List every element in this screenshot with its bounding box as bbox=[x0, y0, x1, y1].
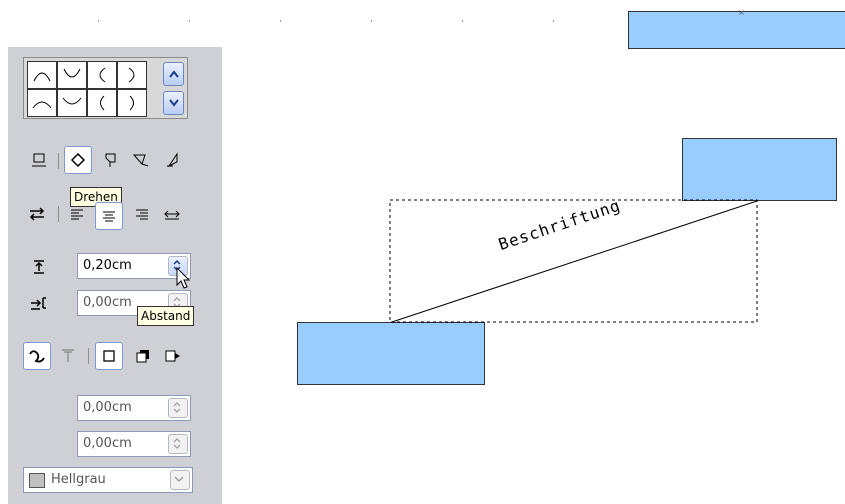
connector-layer bbox=[389, 199, 758, 323]
